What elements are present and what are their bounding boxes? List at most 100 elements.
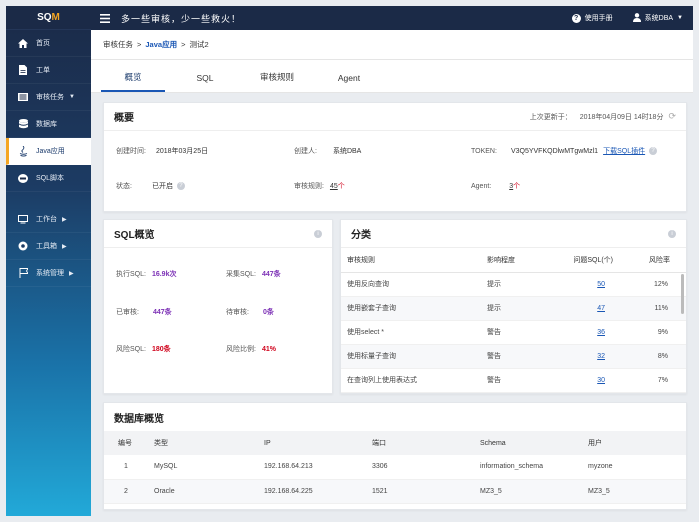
audited-stat: 已审核: 447条 [116,307,172,317]
agent-unit: 个 [513,183,521,190]
db-ip: 192.168.64.225 [258,479,366,504]
download-sql-plugin-link[interactable]: 下载SQL插件 [603,146,645,156]
breadcrumb-java-app[interactable]: Java应用 [145,39,177,50]
last-updated-value: 2018年04月09日 14时18分 [579,113,664,121]
column-header-rate: 风险率 [635,248,686,273]
impact-level: 警告 [481,344,563,369]
sidebar-item-label: 首页 [36,40,50,47]
sidebar-item-home[interactable]: 首页 [6,30,91,57]
doc-icon [16,65,30,75]
audit-rules-field: 审核规则: 45 个 [294,181,345,191]
tab-audit-rules[interactable]: 审核规则 [245,71,309,92]
breadcrumb-current: 测试2 [189,40,209,49]
sidebar-item-label: 数据库 [36,121,57,128]
created-time-label: 创建时间: [116,148,146,155]
sidebar-item-java-app[interactable]: Java应用 [6,138,91,165]
db-port: 1521 [366,479,474,504]
info-icon[interactable]: i [314,229,322,238]
pending-label: 待审核: [226,309,249,316]
impact-level: 警告 [481,320,563,345]
column-header-level: 影响程度 [481,248,563,273]
sidebar-item-system[interactable]: 系统管理 ▶ [6,260,91,287]
column-header-schema: Schema [474,431,582,455]
chevron-down-icon: ▼ [69,94,75,100]
question-icon[interactable]: ? [176,182,185,190]
breadcrumb-separator: > [137,40,142,49]
audit-rules-count-link[interactable]: 45 [330,183,338,190]
database-icon [16,119,30,129]
problem-sql-count-link[interactable]: 47 [597,305,605,312]
risk-ratio-value: 41% [261,346,276,353]
db-overview-title: 数据库概览 [114,413,164,425]
table-row: 使用select * 警告 36 9% [341,320,686,345]
status-value: 已开启 [151,183,173,190]
chevron-right-icon: ▶ [62,243,67,250]
risk-rate: 7% [635,368,686,393]
pending-value: 0条 [262,309,274,316]
breadcrumb-audit-task[interactable]: 审核任务 [103,39,133,50]
problem-sql-count-link[interactable]: 36 [597,329,605,336]
table-header-row: 审核规则 影响程度 问题SQL(个) 风险率 [341,248,686,273]
java-icon [16,145,30,157]
db-user: MZ3_5 [582,479,686,504]
user-menu[interactable]: 系统DBA ▼ [629,12,683,24]
database-table: 编号 类型 IP 端口 Schema 用户 1 MySQL 192.168.64… [104,431,686,504]
tab-agent[interactable]: Agent [317,73,381,92]
problem-sql-count-link[interactable]: 32 [597,353,605,360]
overview-header: 概要 上次更新于： 2018年04月09日 14时18分 ⟳ [104,103,686,131]
refresh-icon[interactable]: ⟳ [668,111,676,122]
column-header-ip: IP [258,431,366,455]
hamburger-menu-icon[interactable] [93,13,117,23]
tab-sql[interactable]: SQL [173,73,237,92]
sidebar-item-sql-script[interactable]: SQL脚本 [6,165,91,192]
impact-level: 提示 [481,296,563,321]
collect-sql-label: 采集SQL: [226,271,256,278]
sidebar-item-database[interactable]: 数据库 [6,111,91,138]
chevron-down-icon: ▼ [677,15,683,21]
sidebar-item-workorder[interactable]: 工单 [6,57,91,84]
category-card: 分类 i 审核规则 影响程度 问题SQL(个) 风险率 使用反向查询 提示 50… [340,219,687,394]
db-no: 2 [104,479,148,504]
column-header-rule: 审核规则 [341,248,481,273]
sidebar-item-label: Java应用 [36,148,65,155]
app-root: SQM 首页 工单 审核任务 ▼ 数据库 Java应用 SQL脚本 工作台 ▶ … [0,0,699,522]
category-title: 分类 [351,230,371,241]
db-user: myzone [582,455,686,480]
risk-ratio-label: 风险比例: [226,346,256,353]
table-row: 使用嵌套子查询 提示 47 11% [341,296,686,321]
rule-name: 使用标量子查询 [341,344,481,369]
overview-title: 概要 [114,113,134,124]
db-no: 1 [104,455,148,480]
tab-overview[interactable]: 概览 [101,71,165,92]
sql-script-icon [16,173,30,183]
rule-name: 在查询列上使用表达式 [341,368,481,393]
audit-rules-label: 审核规则: [294,183,324,190]
sql-overview-title: SQL概览 [114,230,155,241]
home-icon [16,38,30,48]
top-bar: 多一些审核，少一些救火！ ? 使用手册 系统DBA ▼ [91,6,693,30]
info-icon[interactable]: i [668,229,676,238]
help-manual-link[interactable]: ? 使用手册 [568,13,613,23]
exec-sql-stat: 执行SQL: 16.9k次 [116,269,176,279]
sidebar-item-workbench[interactable]: 工作台 ▶ [6,206,91,233]
breadcrumb: 审核任务 > Java应用 > 测试2 [91,30,693,60]
problem-sql-count-link[interactable]: 30 [597,377,605,384]
sidebar-item-audit-task[interactable]: 审核任务 ▼ [6,84,91,111]
sql-overview-card: SQL概览 i 执行SQL: 16.9k次 采集SQL: 447条 已审核: 447条… [103,219,333,394]
last-updated-label: 上次更新于： [529,113,572,121]
tab-bar: 概览 SQL 审核规则 Agent [91,60,693,93]
collect-sql-value: 447条 [261,271,281,278]
token-label: TOKEN: [471,147,497,155]
app-logo[interactable]: SQM [6,6,91,30]
created-time-field: 创建时间: 2018年03月25日 [116,146,208,156]
category-scrollbar[interactable] [681,274,684,314]
user-icon [632,12,641,24]
risk-ratio-stat: 风险比例: 41% [226,344,276,354]
problem-sql-count-link[interactable]: 50 [597,281,605,288]
exec-sql-label: 执行SQL: [116,271,146,278]
main-content: 审核任务 > Java应用 > 测试2 概览 SQL 审核规则 Agent 概要… [91,30,693,516]
sidebar-item-toolbox[interactable]: 工具箱 ▶ [6,233,91,260]
help-label: 使用手册 [584,15,613,22]
rule-name: 使用select * [341,320,481,345]
question-icon[interactable]: ? [649,147,658,155]
